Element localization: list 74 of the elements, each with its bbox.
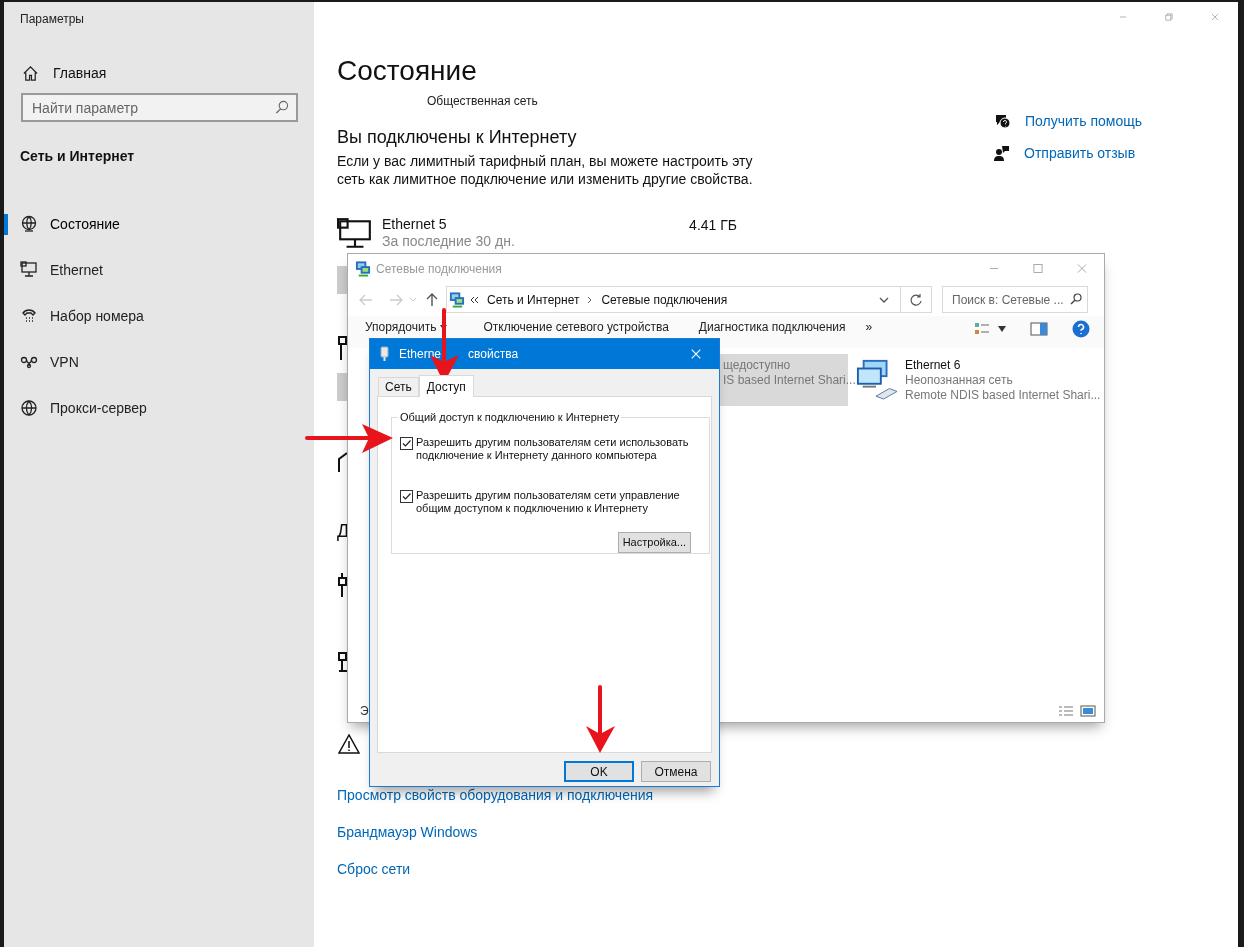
feedback-icon	[994, 145, 1010, 161]
adapter-device: Remote NDIS based Internet Shari...	[905, 388, 1101, 403]
caret-icon[interactable]	[998, 326, 1006, 332]
option-label: Разрешить другим пользователям сети использовать подключение к Интернету данного компьютера	[416, 435, 690, 462]
search-field[interactable]: Найти параметр	[21, 93, 298, 122]
annotation-arrow	[586, 684, 615, 753]
network-computers-icon	[854, 358, 900, 400]
home-link[interactable]: Главная	[22, 63, 314, 83]
page-title: Состояние	[337, 55, 478, 87]
window-title: свойства	[468, 346, 519, 362]
link[interactable]: Сброс сети	[337, 860, 411, 878]
link[interactable]: Просмотр свойств оборудования и подключения	[337, 786, 654, 804]
window-title: Etherne	[399, 346, 442, 362]
address-bar[interactable]: Сеть и Интернет Сетевые подключения	[446, 286, 932, 313]
nav-item[interactable]: Прокси-сервер	[4, 385, 314, 431]
option-label: Разрешить другим пользователям сети управление общим доступом к подключению к Интернету	[416, 488, 681, 515]
help-icon[interactable]	[1072, 320, 1090, 338]
network-icon	[338, 572, 347, 598]
details-view-icon[interactable]	[1058, 705, 1074, 717]
window-title: Сетевые подключения	[376, 260, 502, 277]
dialog-button[interactable]: Отмена	[641, 761, 711, 782]
search-icon	[275, 100, 289, 114]
refresh-icon[interactable]	[909, 292, 923, 307]
usage-period: За последние 30 дн.	[382, 233, 515, 250]
globe-icon	[20, 399, 38, 417]
toolbar-item[interactable]: Упорядочить	[365, 320, 437, 334]
link[interactable]: Получить помощь	[1025, 111, 1142, 131]
tab[interactable]: Сеть	[378, 377, 419, 396]
toolbar-item[interactable]: Отключение сетевого устройства	[483, 320, 669, 334]
settings-button[interactable]: Настройка...	[617, 531, 691, 553]
section-heading: Вы подключены к Интернету	[337, 126, 577, 149]
network-folder-icon	[355, 260, 371, 277]
nav-item[interactable]: Набор номера	[4, 293, 314, 339]
network-adapter-icon	[380, 346, 389, 362]
breadcrumb-item[interactable]: Сетевые подключения	[601, 291, 728, 308]
dialog-button[interactable]: OK	[564, 761, 634, 782]
warning-icon	[338, 734, 360, 754]
globe-icon	[20, 215, 38, 233]
adapter-name: Ethernet 6	[905, 358, 961, 373]
tiles-view-icon[interactable]	[1080, 705, 1096, 717]
link[interactable]: Брандмауэр Windows	[337, 823, 478, 841]
breadcrumb-item[interactable]: Сеть и Интернет	[487, 291, 580, 308]
checkbox[interactable]	[400, 436, 413, 450]
description: Если у вас лимитный тарифный план, вы можете настроить эту сеть как лимитное подключение или изменить другие свойства.	[337, 152, 754, 189]
network-folder-icon	[449, 291, 465, 308]
network-profile: Общественная сеть	[427, 93, 538, 109]
adapter-name: Ethernet 5	[382, 216, 447, 233]
window-title: Параметры	[20, 11, 85, 27]
nav-item[interactable]: VPN	[4, 339, 314, 385]
group-label: Общий доступ к подключению к Интернету	[399, 410, 621, 425]
preview-pane-icon[interactable]	[1030, 322, 1048, 336]
status-button[interactable]	[337, 373, 347, 401]
phone-icon	[20, 307, 38, 325]
status-button[interactable]	[337, 266, 347, 294]
tab[interactable]: Доступ	[418, 375, 474, 397]
double-chevron-icon[interactable]	[469, 294, 479, 305]
search-icon	[1070, 293, 1082, 305]
link[interactable]: Отправить отзыв	[1024, 143, 1136, 163]
status-bar-text: Э	[360, 703, 369, 719]
nav-item[interactable]: Ethernet	[4, 247, 314, 293]
nav-item[interactable]: Состояние	[4, 201, 314, 247]
home-icon	[22, 64, 39, 82]
adapter-device: IS based Internet Shari...	[723, 373, 856, 388]
adapter-status: щедоступно	[723, 358, 791, 373]
toolbar-item[interactable]: »	[865, 320, 873, 334]
view-options-icon[interactable]	[974, 321, 990, 337]
adapter-status: Неопознанная сеть	[905, 373, 1013, 388]
data-usage: 4.41 ГБ	[689, 216, 737, 234]
checkbox[interactable]	[400, 489, 413, 503]
up-icon[interactable]	[424, 291, 440, 308]
section-title: Сеть и Интернет	[20, 147, 136, 166]
chat-help-icon	[994, 113, 1011, 129]
toolbar-item[interactable]: Диагностика подключения	[698, 320, 846, 334]
caret-icon[interactable]	[440, 325, 448, 330]
